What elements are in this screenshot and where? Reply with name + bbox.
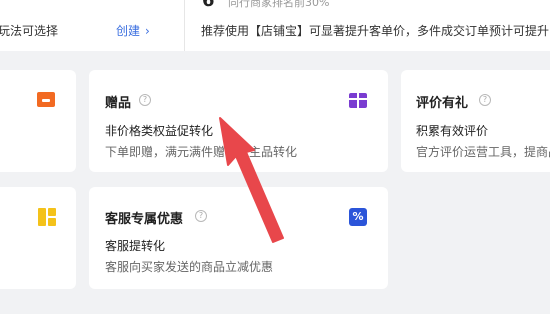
review-description: 官方评价运营工具，提商品 <box>416 145 550 159</box>
card-customer-service[interactable]: 客服专属优惠 ? % 客服提转化 客服向买家发送的商品立减优惠 <box>89 187 388 289</box>
help-icon[interactable]: ? <box>195 210 207 222</box>
service-title: 客服专属优惠 <box>105 212 184 227</box>
layout-icon <box>38 208 56 226</box>
create-link[interactable]: 创建 › <box>116 22 150 39</box>
help-icon[interactable]: ? <box>479 94 491 106</box>
chevron-right-icon[interactable]: › <box>145 24 150 38</box>
create-link-label[interactable]: 创建 <box>116 24 140 38</box>
service-description: 客服向买家发送的商品立减优惠 <box>105 260 274 274</box>
recommend-text: 推荐使用【店铺宝】可显著提升客单价，多件成交订单预计可提升 <box>201 24 550 38</box>
review-title: 评价有礼 <box>416 96 469 111</box>
card-gift[interactable]: 赠品 ? 非价格类权益促转化 下单即赠，满元满件赠，提主品转化 <box>89 70 388 172</box>
help-icon[interactable]: ? <box>139 94 151 106</box>
top-panel: 玩法可选择 创建 › 6 同行商家排名前30% 推荐使用【店铺宝】可显著提升客单价… <box>0 0 550 51</box>
gift-title: 赠品 <box>105 96 132 111</box>
service-subtitle: 客服提转化 <box>105 239 166 253</box>
cut-number: 6 <box>202 0 215 11</box>
card-review[interactable]: 评价有礼 ? 积累有效评价 官方评价运营工具，提商品 <box>401 70 550 172</box>
coupon-icon: % <box>349 208 367 226</box>
review-subtitle: 积累有效评价 <box>416 124 489 138</box>
card-shop[interactable] <box>0 70 76 172</box>
gift-subtitle: 非价格类权益促转化 <box>105 124 214 138</box>
gift-description: 下单即赠，满元满件赠，提主品转化 <box>105 145 298 159</box>
play-options-text: 玩法可选择 <box>0 24 59 38</box>
rank-text: 同行商家排名前30% <box>228 0 330 9</box>
card-layout[interactable] <box>0 187 76 289</box>
gift-icon <box>349 93 367 108</box>
divider <box>184 0 185 51</box>
shop-icon <box>37 92 55 107</box>
